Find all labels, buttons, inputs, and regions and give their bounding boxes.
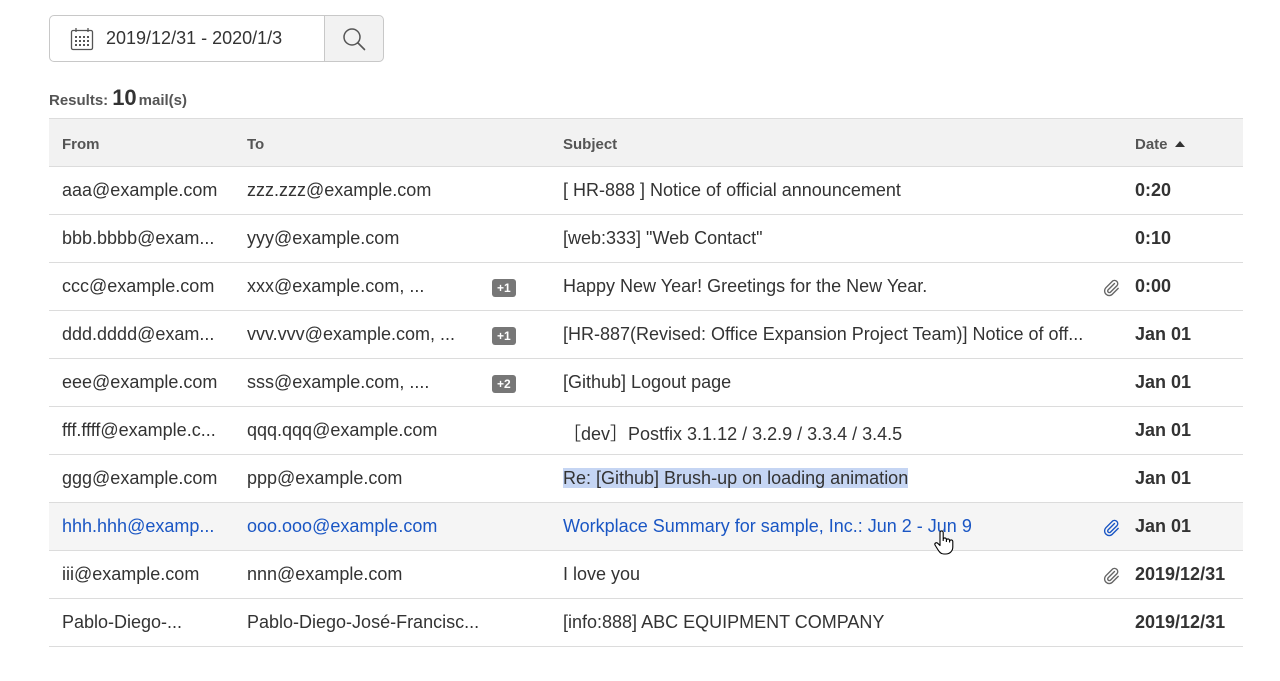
row-from: Pablo-Diego-... (62, 612, 183, 632)
recipient-count-badge[interactable]: +1 (492, 279, 516, 297)
row-from: ggg@example.com (62, 468, 218, 488)
row-date: Jan 01 (1135, 372, 1192, 392)
row-date: 2019/12/31 (1135, 612, 1226, 632)
row-to: qqq.qqq@example.com (247, 420, 438, 440)
row-subject: I love you (563, 564, 641, 584)
sort-ascending-icon (1174, 141, 1185, 147)
attachment-icon (1101, 277, 1121, 302)
row-to: ppp@example.com (247, 468, 403, 488)
column-header-date[interactable]: Date (1135, 136, 1185, 153)
table-row[interactable]: iii@example.com nnn@example.com I love you… (49, 551, 1243, 599)
row-subject: [ HR-888 ] Notice of official announceme… (563, 180, 901, 200)
table-row[interactable]: aaa@example.com zzz.zzz@example.com [ HR-8… (49, 167, 1243, 215)
table-row[interactable]: bbb.bbbb@exam... yyy@example.com [web:333]… (49, 215, 1243, 263)
row-date: Jan 01 (1135, 516, 1192, 536)
attachment-icon (1101, 565, 1121, 590)
date-range-value: 2019/12/31 - 2020/1/3 (106, 28, 283, 48)
results-summary: Results: 10 mail(s) (49, 85, 187, 111)
selected-text: Re: [Github] Brush-up on loading animati… (563, 468, 909, 488)
table-row[interactable]: fff.ffff@example.c... qqq.qqq@example.com… (49, 407, 1243, 455)
row-subject: Re: [Github] Brush-up on loading animati… (563, 468, 909, 489)
date-range-input[interactable]: 2019/12/31 - 2020/1/3 (49, 15, 325, 62)
attachment-icon (1101, 517, 1121, 542)
recipient-count-badge[interactable]: +2 (492, 375, 516, 393)
row-from: hhh.hhh@examp... (62, 516, 215, 536)
row-to: zzz.zzz@example.com (247, 180, 432, 200)
search-icon (343, 27, 366, 50)
table-row[interactable]: ddd.dddd@exam... vvv.vvv@example.com, ...… (49, 311, 1243, 359)
row-from: iii@example.com (62, 564, 200, 584)
row-date: Jan 01 (1135, 324, 1192, 344)
table-body: aaa@example.com zzz.zzz@example.com [ HR-8… (49, 167, 1243, 647)
row-subject: [info:888] ABC EQUIPMENT COMPANY (563, 612, 885, 632)
row-from: ddd.dddd@exam... (62, 324, 215, 344)
row-date: 0:00 (1135, 276, 1172, 296)
calendar-icon (70, 27, 94, 50)
column-header-date-label: Date (1135, 136, 1168, 153)
row-subject: ［dev］Postfix 3.1.12 / 3.2.9 / 3.3.4 / 3.… (563, 424, 903, 444)
row-to: sss@example.com, .... (247, 372, 430, 392)
row-subject: [Github] Logout page (563, 372, 732, 392)
results-count: 10 (112, 85, 137, 110)
table-row[interactable]: ggg@example.com ppp@example.com Re: [Githu… (49, 455, 1243, 503)
table-row[interactable]: Pablo-Diego-... Pablo-Diego-José-Francisc… (49, 599, 1243, 647)
mail-table: From To Subject Date aaa@example.com zzz.… (49, 118, 1243, 647)
row-from: fff.ffff@example.c... (62, 420, 216, 440)
recipient-count-badge[interactable]: +1 (492, 327, 516, 345)
row-subject: [HR-887(Revised: Office Expansion Projec… (563, 324, 1084, 344)
results-unit: mail(s) (138, 92, 188, 109)
row-to: vvv.vvv@example.com, ... (247, 324, 455, 344)
column-header-to[interactable]: To (247, 136, 264, 153)
table-header: From To Subject Date (49, 118, 1243, 167)
row-from: aaa@example.com (62, 180, 218, 200)
column-header-subject[interactable]: Subject (563, 136, 617, 153)
date-search-bar: 2019/12/31 - 2020/1/3 (49, 15, 384, 62)
table-row[interactable]: ccc@example.com xxx@example.com, ... +1 Hap… (49, 263, 1243, 311)
row-subject: Happy New Year! Greetings for the New Ye… (563, 276, 928, 296)
table-row[interactable]: hhh.hhh@examp... ooo.ooo@example.com Workp… (49, 503, 1243, 551)
row-to: Pablo-Diego-José-Francisc... (247, 612, 480, 632)
row-subject: [web:333] "Web Contact" (563, 228, 763, 248)
results-label: Results: (49, 92, 109, 109)
row-date: 2019/12/31 (1135, 564, 1226, 584)
row-to: ooo.ooo@example.com (247, 516, 438, 536)
search-button[interactable] (325, 15, 384, 62)
row-to: xxx@example.com, ... (247, 276, 425, 296)
column-header-from[interactable]: From (62, 136, 100, 153)
table-row[interactable]: eee@example.com sss@example.com, .... +2 [G… (49, 359, 1243, 407)
row-date: Jan 01 (1135, 468, 1192, 488)
row-subject: Workplace Summary for sample, Inc.: Jun … (563, 516, 972, 536)
row-from: bbb.bbbb@exam... (62, 228, 215, 248)
row-date: 0:10 (1135, 228, 1172, 248)
row-to: yyy@example.com (247, 228, 400, 248)
row-date: 0:20 (1135, 180, 1172, 200)
row-from: eee@example.com (62, 372, 218, 392)
row-to: nnn@example.com (247, 564, 403, 584)
row-date: Jan 01 (1135, 420, 1192, 440)
row-from: ccc@example.com (62, 276, 215, 296)
